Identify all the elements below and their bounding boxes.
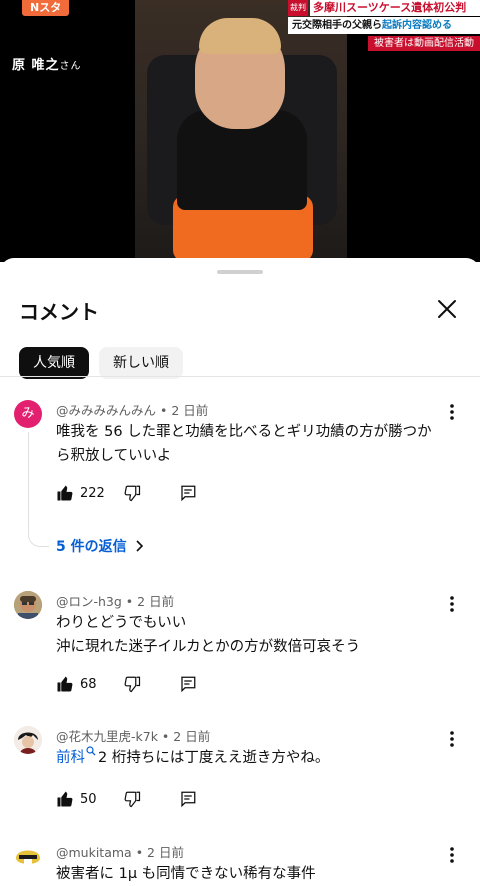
search-link[interactable]: 前科 [56,750,85,766]
person-suffix: さん [59,61,82,72]
thumbs-up-icon [57,676,73,692]
more-options-button[interactable] [444,402,460,422]
comment-actions: 50 [56,788,197,810]
reply-button[interactable] [179,484,197,502]
drag-handle[interactable] [217,270,263,274]
view-replies-button[interactable]: 5 件の返信 [56,536,147,556]
video-player[interactable]: Nスタ 原 唯之さん 裁判 多摩川スーツケース遺体初公判 元交際相手の父親ら起訴… [0,0,480,262]
comment-author[interactable]: @mukitama [56,845,132,860]
sheet-divider [0,376,480,377]
news-headline-2-text: 元交際相手の父親ら [292,20,382,31]
comment-author[interactable]: @ロン-h3g [56,594,122,609]
chevron-right-icon [136,540,143,552]
comment-text-line: 前科 2 桁持ちには丁度ええ逝き方やね。 [56,746,456,770]
reply-button[interactable] [179,790,197,808]
news-tag: 裁判 [288,0,308,16]
kebab-icon [450,404,454,420]
chip-popular[interactable]: 人気順 [19,347,89,379]
person-name: 原 唯之 [12,58,60,73]
sheet-title: コメント [19,300,99,324]
news-headline-2-highlight: 起訴内容認める [382,20,452,31]
thumbs-up-icon [57,485,73,501]
avatar-face-icon [14,591,42,619]
avatar[interactable] [14,842,42,870]
dislike-button[interactable] [123,790,141,808]
reply-comment-icon [181,485,196,502]
like-count: 50 [80,791,97,807]
avatar-letter: み [21,406,35,421]
comments-sheet: コメント 人気順 新しい順 み @みみみみんみん • 2 日前 唯我を 56 し… [0,258,480,882]
thumbs-up-icon [57,791,73,807]
avatar-character-icon [14,726,42,754]
comment-text: 被害者に 1μ も同情できない稀有な事件 [56,862,456,886]
like-count: 68 [80,676,97,692]
kebab-icon [450,847,454,863]
comment-meta: @みみみみんみん • 2 日前 [56,403,209,418]
dislike-button[interactable] [123,675,141,693]
person-name-caption: 原 唯之さん [12,54,82,73]
kebab-icon [450,731,454,747]
more-options-button[interactable] [444,845,460,865]
chip-newest[interactable]: 新しい順 [99,347,183,379]
comment-actions: 68 [56,673,197,695]
kebab-icon [450,596,454,612]
comment-time: 2 日前 [173,729,211,744]
like-count: 222 [80,485,105,501]
comment-meta: @花木九里虎-k7k • 2 日前 [56,729,211,744]
avatar[interactable]: み [14,400,42,428]
replies-count: 5 件の返信 [56,539,127,555]
news-headline-2: 元交際相手の父親ら起訴内容認める [288,17,480,34]
comment-time: 2 日前 [171,403,209,418]
comment-text: 唯我を 56 した罪と功績を比べるとギリ功績の方が勝つか ら釈放していいよ [56,420,456,468]
video-person-hair [199,18,281,54]
sort-chips: 人気順 新しい順 [19,347,183,379]
comment-meta: @ロン-h3g • 2 日前 [56,594,175,609]
comment-time: 2 日前 [137,594,175,609]
comment-text-line: 沖に現れた迷子イルカとかの方が数倍可哀そう [56,639,361,655]
news-headline-3: 被害者は動画配信活動 [368,36,480,51]
comment-author[interactable]: @花木九里虎-k7k [56,729,158,744]
comment-text-line: 唯我を 56 した罪と功績を比べるとギリ功績の方が勝つか [56,424,432,440]
close-icon [438,300,456,318]
like-button[interactable]: 222 [56,484,105,502]
thumbs-down-icon [124,791,140,808]
thumbs-down-icon [124,485,140,502]
more-options-button[interactable] [444,594,460,614]
like-button[interactable]: 50 [56,790,97,808]
avatar[interactable] [14,726,42,754]
comment-text-line: わりとどうでもいい [56,615,187,631]
like-button[interactable]: 68 [56,675,97,693]
avatar-character-icon [14,842,42,870]
avatar[interactable] [14,591,42,619]
comment-time: 2 日前 [147,845,184,860]
close-button[interactable] [430,292,464,326]
comment-text-line: 被害者に 1μ も同情できない稀有な事件 [56,866,316,882]
comment-text: わりとどうでもいい 沖に現れた迷子イルカとかの方が数倍可哀そう [56,611,456,659]
thumbs-down-icon [124,676,140,693]
reply-comment-icon [180,676,195,693]
comment-author[interactable]: @みみみみんみん [56,403,156,418]
comment-text: 前科 2 桁持ちには丁度ええ逝き方やね。 [56,746,456,770]
more-options-button[interactable] [444,729,460,749]
news-ticker: 裁判 多摩川スーツケース遺体初公判 元交際相手の父親ら起訴内容認める 被害者は動… [288,0,480,52]
news-headline-1: 多摩川スーツケース遺体初公判 [310,0,480,16]
comment-meta: @mukitama • 2 日前 [56,845,184,860]
broadcast-logo: Nスタ [22,0,70,16]
reply-button[interactable] [179,675,197,693]
reply-comment-icon [180,791,195,808]
dislike-button[interactable] [123,484,141,502]
search-icon [86,746,96,756]
thread-connector [28,432,49,547]
comment-actions: 222 [56,482,197,504]
comment-text-rest: 2 桁持ちには丁度ええ逝き方やね。 [98,750,330,766]
comment-text-line: ら釈放していいよ [56,448,172,464]
